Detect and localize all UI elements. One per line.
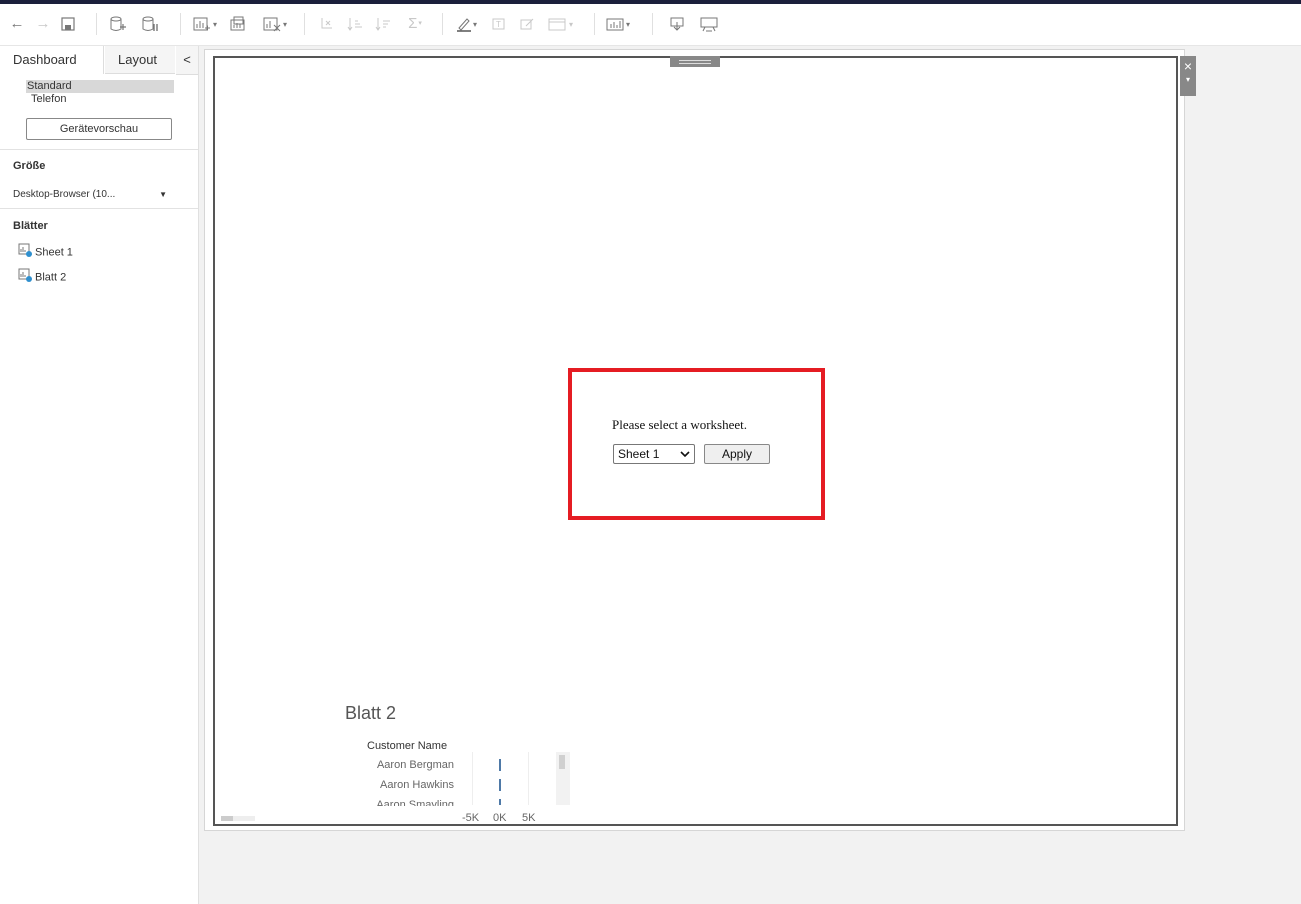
toolbar-separator: [180, 13, 181, 35]
bar-aaron-bergman: [499, 759, 501, 771]
device-standard[interactable]: Standard: [26, 80, 174, 93]
list-item: Aaron Hawkins: [380, 779, 454, 791]
labels-icon[interactable]: T: [490, 12, 510, 36]
toolbar: ← → ▾ ▾ Σ▾ ▾ T ▾ ▾: [0, 4, 1301, 46]
bar-chart-area[interactable]: [460, 752, 560, 805]
dashboard-sidebar: Dashboard Layout < Standard Telefon Gerä…: [0, 46, 199, 904]
size-dropdown-value: Desktop-Browser (10...: [13, 189, 116, 200]
download-icon[interactable]: [668, 12, 688, 36]
sheets-section-title: Blätter: [13, 220, 48, 232]
more-options-icon[interactable]: ▾: [1180, 74, 1196, 86]
fit-icon[interactable]: ▾: [546, 12, 582, 36]
size-dropdown[interactable]: Desktop-Browser (10... ▼: [13, 186, 173, 204]
device-list: Standard Telefon: [26, 80, 174, 106]
toolbar-separator: [594, 13, 595, 35]
toolbar-separator: [304, 13, 305, 35]
sheet-item-sheet-1[interactable]: Sheet 1: [18, 243, 73, 259]
svg-text:▾: ▾: [569, 20, 573, 29]
worksheet-select[interactable]: Sheet 1: [613, 444, 695, 464]
redo-icon[interactable]: →: [34, 12, 52, 36]
annotate-icon[interactable]: [518, 12, 538, 36]
divider: [0, 208, 198, 209]
axis-tick-label: 0K: [493, 812, 507, 824]
sort-descending-icon[interactable]: [374, 12, 394, 36]
worksheet-select-value: Sheet 1: [618, 447, 660, 461]
axis-tick-label: -5K: [462, 812, 480, 824]
undo-icon[interactable]: ←: [8, 12, 26, 36]
list-item: Aaron Bergman: [376, 759, 454, 771]
collapse-sidebar-button[interactable]: <: [176, 46, 198, 75]
totals-glyph: Σ: [408, 15, 418, 32]
horizontal-scrollbar[interactable]: [221, 816, 255, 821]
toolbar-separator: [442, 13, 443, 35]
worksheet-icon: [18, 243, 32, 262]
dropdown-arrow-icon: ▼: [159, 190, 167, 199]
sidebar-tabs: Dashboard Layout <: [0, 46, 198, 75]
new-datasource-icon[interactable]: [108, 12, 130, 36]
sort-ascending-icon[interactable]: [346, 12, 366, 36]
column-header: Customer Name: [367, 740, 448, 752]
svg-text:T: T: [496, 20, 501, 29]
duplicate-sheet-icon[interactable]: [228, 12, 250, 36]
sheet-item-label: Sheet 1: [35, 246, 73, 259]
worksheet-prompt: Please select a worksheet.: [612, 417, 748, 432]
sheet-item-blatt-2[interactable]: Blatt 2: [18, 268, 66, 284]
presentation-icon[interactable]: [698, 12, 722, 36]
new-worksheet-icon[interactable]: ▾: [192, 12, 222, 36]
apply-button[interactable]: Apply: [704, 444, 770, 464]
scrollbar-thumb[interactable]: [221, 816, 233, 821]
size-section-title: Größe: [13, 160, 46, 172]
drag-handle-icon[interactable]: [670, 56, 720, 67]
toolbar-separator: [96, 13, 97, 35]
svg-text:▾: ▾: [213, 20, 217, 29]
svg-text:▾: ▾: [626, 20, 630, 29]
worksheet-icon: [18, 268, 32, 287]
tab-dashboard[interactable]: Dashboard: [0, 46, 104, 74]
chevron-down-icon: [680, 445, 690, 470]
grid-line: [472, 752, 473, 805]
highlight-icon[interactable]: ▾: [454, 12, 484, 36]
svg-text:▾: ▾: [283, 20, 287, 29]
tab-layout[interactable]: Layout: [105, 46, 175, 74]
list-item: Aaron Smayling: [376, 799, 454, 806]
device-phone[interactable]: Telefon: [26, 93, 174, 106]
close-icon[interactable]: ×: [1180, 58, 1196, 74]
swap-axes-icon[interactable]: [318, 12, 338, 36]
vertical-scrollbar[interactable]: [556, 752, 570, 805]
extension-highlight-box: [568, 368, 825, 520]
axis-tick-label: 5K: [522, 812, 536, 824]
bar-aaron-hawkins: [499, 779, 501, 791]
scrollbar-thumb[interactable]: [559, 755, 565, 769]
sheet-item-label: Blatt 2: [35, 271, 67, 284]
svg-text:▾: ▾: [473, 20, 477, 29]
show-me-icon[interactable]: ▾: [604, 12, 638, 36]
clear-sheet-icon[interactable]: ▾: [262, 12, 292, 36]
device-preview-button[interactable]: Gerätevorschau: [26, 118, 172, 140]
frame-controls: × ▾: [1180, 56, 1196, 96]
sheet-title: Blatt 2: [345, 703, 397, 723]
grid-line: [528, 752, 529, 805]
bar-aaron-smayling: [499, 799, 501, 805]
divider: [0, 149, 198, 150]
save-icon[interactable]: [60, 12, 78, 36]
toolbar-separator: [652, 13, 653, 35]
pause-updates-icon[interactable]: [140, 12, 162, 36]
totals-icon[interactable]: Σ▾: [400, 12, 430, 36]
